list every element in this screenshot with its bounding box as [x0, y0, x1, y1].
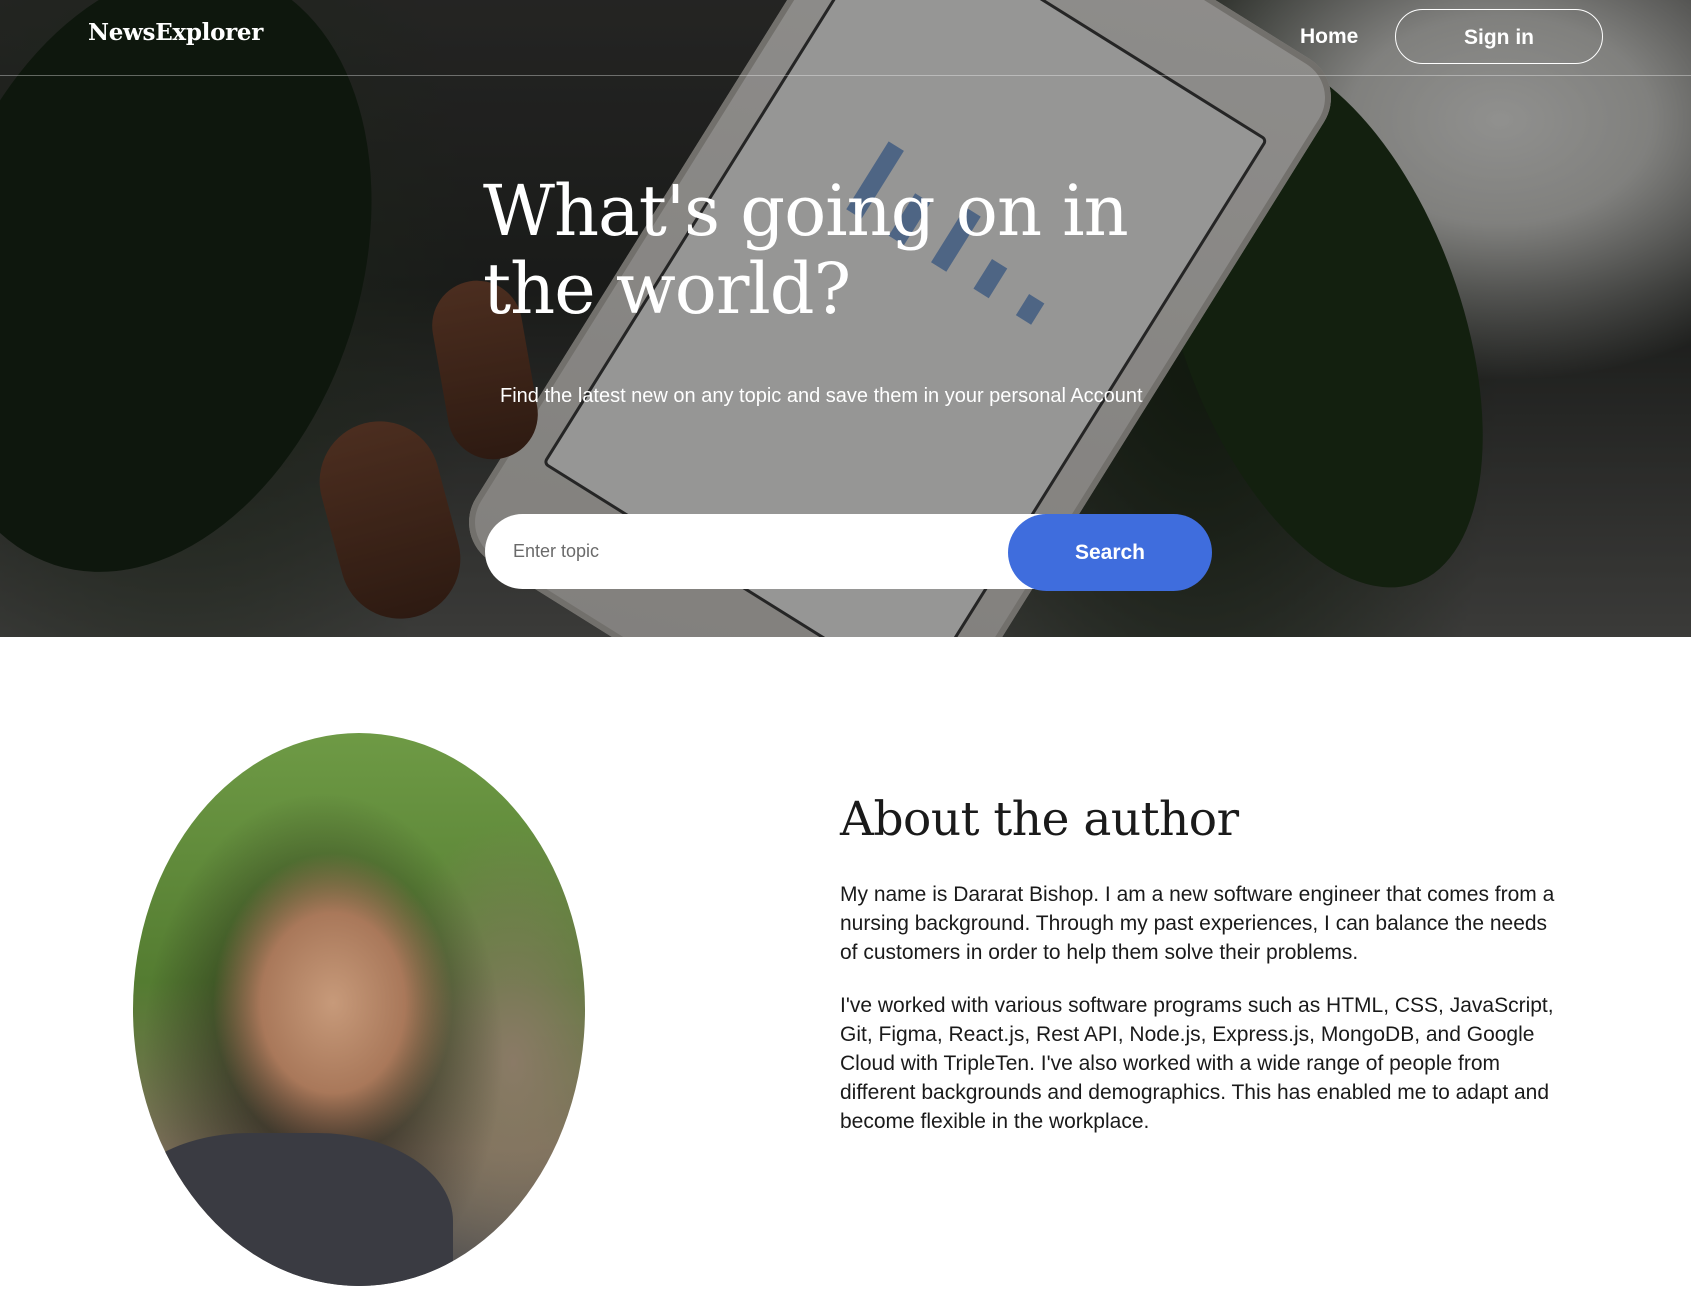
hero-title: What's going on in the world?	[483, 170, 1129, 330]
about-paragraph-1: My name is Dararat Bishop. I am a new so…	[840, 883, 1555, 964]
search-form: Search	[485, 514, 1212, 591]
search-button[interactable]: Search	[1008, 514, 1212, 591]
hero-subtitle: Find the latest new on any topic and sav…	[500, 385, 1143, 407]
nav-home-link[interactable]: Home	[1300, 25, 1358, 49]
site-logo[interactable]: NewsExplorer	[88, 19, 263, 46]
about-section: About the author My name is Dararat Bish…	[0, 637, 1691, 1301]
hero-section: NewsExplorer Home Sign in What's going o…	[0, 0, 1691, 637]
sign-in-button[interactable]: Sign in	[1395, 9, 1603, 64]
site-header: NewsExplorer Home Sign in	[0, 0, 1691, 76]
author-photo-shirt	[133, 1133, 453, 1286]
about-paragraph-2: I've worked with various software progra…	[840, 994, 1554, 1133]
search-input[interactable]	[485, 514, 1045, 589]
author-photo	[133, 733, 585, 1286]
about-title: About the author	[840, 792, 1239, 847]
